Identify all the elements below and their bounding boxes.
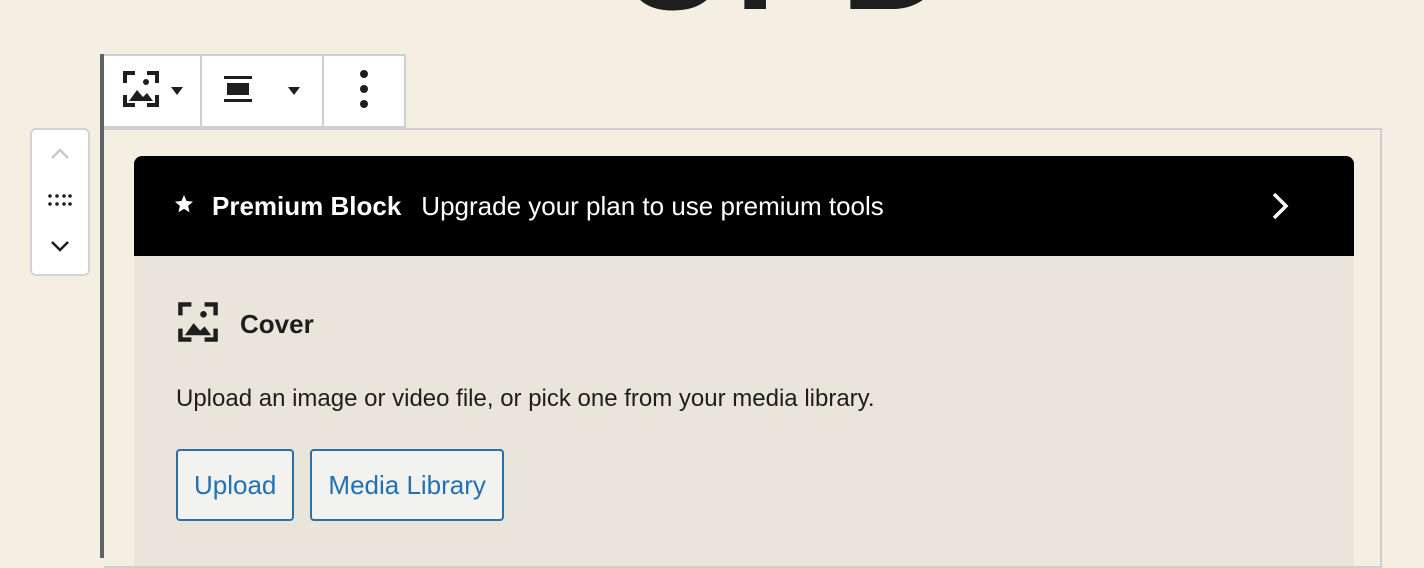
placeholder-header: Cover — [176, 300, 1312, 349]
premium-block-banner[interactable]: Premium Block Upgrade your plan to use p… — [134, 156, 1354, 256]
placeholder-title: Cover — [240, 309, 314, 339]
premium-title: Premium Block — [212, 190, 402, 221]
page-heading-fragment: UPD — [620, 0, 955, 32]
cover-icon — [176, 300, 220, 349]
chevron-right-icon — [1270, 192, 1290, 225]
block-toolbar — [104, 54, 406, 128]
align-button[interactable] — [202, 56, 324, 126]
block-selection-rule — [100, 54, 104, 558]
more-vertical-icon — [359, 69, 369, 114]
premium-description: Upgrade your plan to use premium tools — [421, 190, 884, 221]
star-icon — [174, 194, 194, 219]
media-library-button[interactable]: Media Library — [310, 449, 504, 521]
cover-placeholder: Cover Upload an image or video file, or … — [134, 256, 1354, 566]
chevron-down-icon — [171, 87, 183, 95]
align-wide-icon — [224, 74, 252, 109]
chevron-down-icon — [50, 239, 70, 257]
cover-icon — [121, 69, 161, 114]
drag-handle[interactable] — [40, 190, 80, 214]
block-mover — [30, 128, 90, 276]
drag-handle-icon — [48, 193, 72, 211]
move-down-button[interactable] — [40, 236, 80, 260]
move-up-button[interactable] — [40, 144, 80, 168]
more-options-button[interactable] — [324, 56, 404, 126]
chevron-down-icon — [288, 87, 300, 95]
block-type-button[interactable] — [104, 56, 202, 126]
placeholder-buttons: Upload Media Library — [176, 449, 1312, 521]
upload-button[interactable]: Upload — [176, 449, 295, 521]
placeholder-instructions: Upload an image or video file, or pick o… — [176, 385, 875, 412]
chevron-up-icon — [50, 147, 70, 165]
